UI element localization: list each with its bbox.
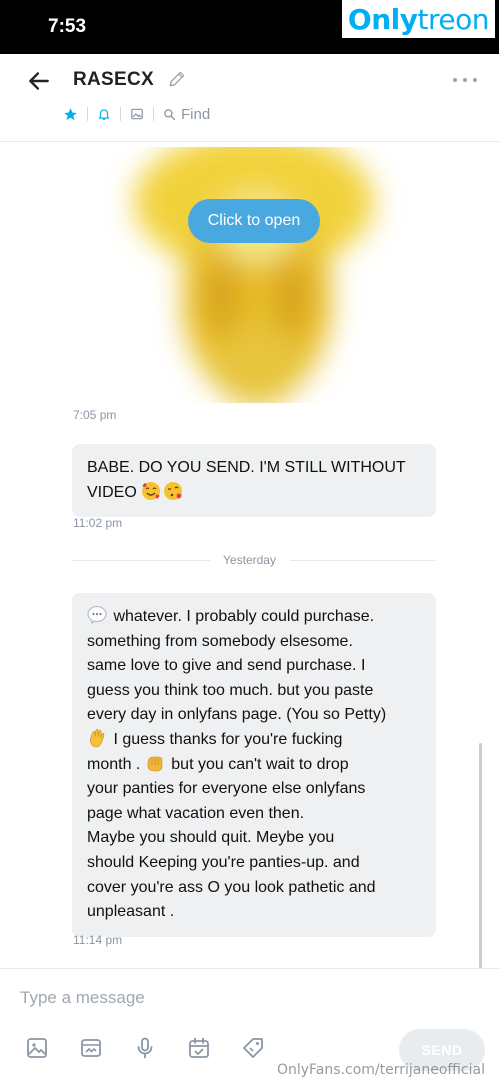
message-text: BABE. DO YOU SEND. I'M STILL WITHOUT VID… (87, 459, 406, 501)
message-bubble[interactable]: whatever. I probably could purchase. som… (72, 593, 436, 937)
price-tag-icon (243, 1038, 263, 1058)
footer-watermark: OnlyFans.com/terrijaneofficial (276, 1062, 485, 1078)
voice-message-button[interactable] (132, 1035, 158, 1061)
composer-toolbar (24, 1035, 294, 1061)
message-text: I guess thanks for you're fucking (113, 730, 343, 748)
message-text: unpleasant . (87, 903, 175, 921)
message-text: cover you're ass O you look pathetic and (87, 878, 376, 896)
message-text: but you can't wait to drop (171, 755, 349, 773)
message-text: should Keeping you're panties-up. and (87, 853, 360, 871)
watermark-logo-part-b: treon (417, 2, 490, 36)
find-button[interactable]: Find (154, 105, 219, 123)
message-text: guess you think too much. but you paste (87, 681, 374, 699)
more-options-button[interactable] (453, 70, 477, 90)
chat-thread[interactable]: Click to open 7:05 pm BABE. DO YOU SEND.… (0, 143, 499, 968)
message-text: your panties for everyone else onlyfans (87, 780, 366, 798)
image-icon (131, 108, 143, 120)
message-input[interactable] (20, 981, 460, 1015)
more-icon-dot (463, 78, 467, 82)
date-divider-line (290, 560, 436, 561)
message-text: page what vacation even then. (87, 804, 305, 822)
message-time: 11:14 pm (73, 933, 123, 947)
watermark-logo-part-a: Only (347, 2, 418, 36)
media-vault-button[interactable] (78, 1035, 104, 1061)
calendar-icon (189, 1037, 209, 1058)
gallery-button[interactable] (121, 106, 153, 122)
oncoming-fist-emoji-icon (147, 756, 163, 771)
chat-scrollbar[interactable] (479, 743, 482, 968)
search-icon (164, 108, 176, 120)
star-icon (64, 107, 77, 120)
back-arrow-icon (29, 72, 49, 90)
click-to-open-button[interactable]: Click to open (188, 199, 320, 243)
message-bubble[interactable]: BABE. DO YOU SEND. I'M STILL WITHOUT VID… (72, 444, 436, 518)
bell-icon (98, 109, 110, 120)
chat-subtoolbar: Find (54, 104, 219, 124)
message-text: month . (87, 755, 141, 773)
favorite-button[interactable] (54, 106, 87, 122)
message-time: 7:05 pm (73, 408, 117, 422)
message-text: Maybe you should quit. Meybe you (87, 829, 335, 847)
attach-image-button[interactable] (24, 1035, 50, 1061)
microphone-icon (137, 1037, 153, 1059)
set-price-button[interactable] (240, 1035, 266, 1061)
pencil-icon[interactable] (167, 69, 187, 89)
find-label: Find (181, 105, 211, 123)
back-button[interactable] (24, 66, 54, 96)
smiling-face-with-hearts-emoji-icon (142, 481, 161, 500)
chat-header: RASECX Find (0, 54, 499, 142)
status-bar: 7:53 Only treon (0, 0, 499, 54)
message-text: whatever. I probably could purchase. (113, 608, 375, 625)
chat-name[interactable]: RASECX (73, 69, 154, 91)
message-text: every day in onlyfans page. (You so Pett… (87, 706, 387, 724)
locked-media-message[interactable]: Click to open (72, 147, 436, 403)
image-icon (27, 1038, 47, 1058)
message-text: something from somebody elsesome. (87, 632, 353, 650)
watermark-logo: Only treon (341, 0, 495, 38)
more-icon-dot (453, 78, 457, 82)
schedule-message-button[interactable] (186, 1035, 212, 1061)
face-blowing-kiss-emoji-icon (164, 481, 183, 500)
message-text: same love to give and send purchase. I (87, 657, 366, 675)
blurred-media-preview (72, 147, 436, 403)
status-time: 7:53 (48, 16, 87, 37)
waving-hand-emoji-icon (90, 729, 105, 748)
message-time: 11:02 pm (73, 516, 123, 530)
more-icon-dot (473, 78, 477, 82)
speech-balloon-emoji-icon (87, 605, 107, 625)
media-vault-icon (81, 1039, 101, 1057)
notifications-button[interactable] (88, 106, 120, 122)
